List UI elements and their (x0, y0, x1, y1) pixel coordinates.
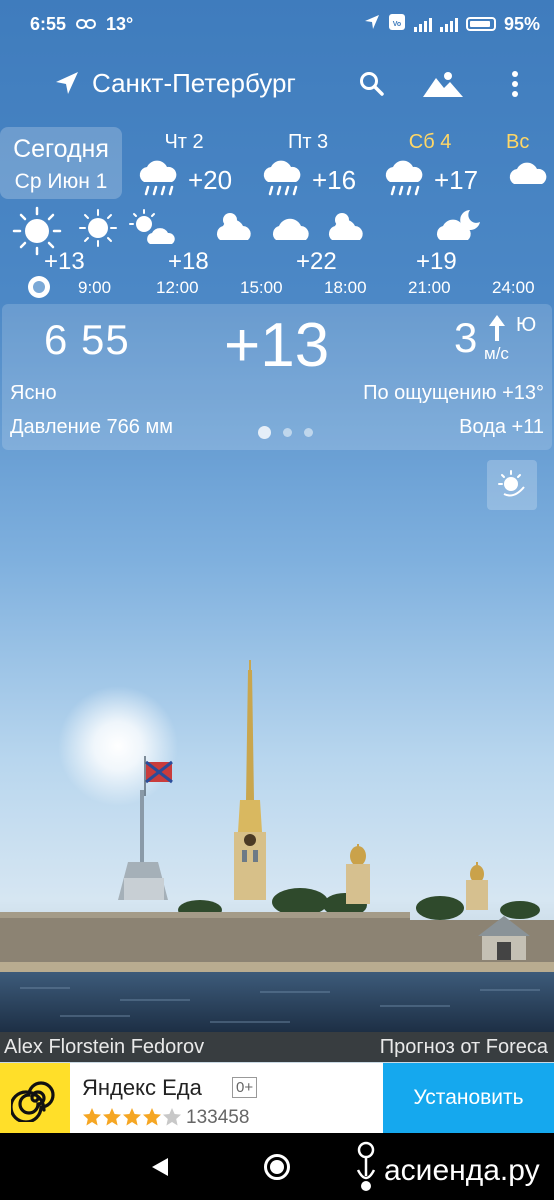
wind-direction: Ю (516, 314, 537, 336)
wind-unit: м/с (484, 344, 509, 363)
wind-speed: 3 (454, 314, 478, 361)
partly-cloudy-icon (214, 208, 260, 249)
signal-icon (439, 16, 458, 32)
battery-icon (465, 17, 496, 31)
hour-temp: +18 (168, 248, 209, 275)
credits-bar: Alex Florstein Fedorov Прогноз от Foreca (0, 1032, 554, 1062)
forecast-credit[interactable]: Прогноз от Foreca (380, 1036, 548, 1059)
hour-time: 18:00 (324, 278, 367, 297)
page-dot (304, 428, 313, 437)
ad-title: Яндекс Еда (82, 1075, 202, 1100)
hour-time: 9:00 (78, 278, 112, 297)
app-bar: Санкт-Петербург (0, 52, 554, 116)
sun-effect-icon (496, 467, 528, 504)
night-cloud-icon (436, 206, 484, 249)
watermark-logo-icon (352, 1140, 380, 1200)
condition-text: Ясно (10, 382, 57, 404)
hour-time: 12:00 (156, 278, 199, 297)
status-bar: 6:55 13° Vo 95% (0, 0, 554, 48)
city-name[interactable]: Санкт-Петербург (92, 68, 296, 99)
day-name: Пт 3 (287, 131, 329, 153)
today-label: Сегодня (13, 135, 109, 163)
feels-like: По ощущению +13° (363, 382, 544, 404)
ad-age-rating: 0+ (232, 1077, 258, 1098)
current-temperature: +13 (224, 311, 330, 380)
hour-time: 21:00 (408, 278, 451, 297)
day-temp: +20 (188, 165, 233, 195)
battery-percent: 95% (503, 13, 540, 34)
day-name: Чт 2 (164, 131, 204, 153)
nav-home-icon[interactable] (264, 1154, 290, 1180)
search-icon[interactable] (358, 70, 386, 103)
page-dot (283, 428, 292, 437)
water-temperature: Вода +11 (459, 416, 544, 438)
day-fri[interactable]: Пт 3 +16 (260, 131, 356, 203)
status-time: 6:55 (30, 13, 67, 34)
day-today[interactable]: Сегодня Ср Июн 1 (0, 127, 122, 199)
ad-banner[interactable]: Яндекс Еда 0+ 133458 Установить (0, 1063, 554, 1133)
current-conditions-panel[interactable]: 6 55 +13 3 м/с Ю Ясно По ощущению +13° Д… (2, 304, 552, 450)
landscape-icon[interactable] (422, 70, 464, 103)
day-name: Вс (506, 131, 530, 153)
rain-cloud-icon (382, 158, 426, 203)
rain-cloud-icon (136, 158, 180, 203)
hour-temp: +22 (296, 248, 337, 275)
day-sun[interactable]: Вс (506, 131, 554, 193)
day-sat[interactable]: Сб 4 +17 (382, 131, 478, 203)
watermark: асиенда.ру (352, 1140, 540, 1200)
volte-icon: Vo (388, 13, 406, 36)
location-arrow-icon[interactable] (54, 70, 80, 101)
hour-temp: +13 (44, 248, 85, 275)
wind-arrow-icon (488, 314, 506, 347)
cloud-icon (506, 158, 550, 193)
location-icon (364, 14, 380, 35)
pressure: Давление 766 мм (10, 416, 173, 438)
ad-rating-stars (82, 1107, 182, 1127)
sun-effect-button[interactable] (487, 460, 537, 510)
nav-back-icon[interactable] (150, 1156, 170, 1183)
cloud-icon (270, 210, 316, 249)
background-photo (0, 560, 554, 1032)
hour-time: 24:00 (492, 278, 535, 297)
page-dot-active (258, 426, 271, 439)
hourly-forecast: +13 +18 +22 +19 9:00 12:00 15:00 18:00 2… (0, 204, 554, 300)
partly-cloudy-icon (326, 208, 372, 249)
ad-app-logo (0, 1063, 70, 1133)
day-temp: +16 (312, 165, 357, 195)
link-icon (76, 14, 97, 35)
hour-temp: +19 (416, 248, 457, 275)
ad-install-button[interactable]: Установить (383, 1063, 554, 1133)
today-date: Ср Июн 1 (14, 170, 108, 193)
svg-text:Vo: Vo (393, 21, 401, 28)
signal-4g-icon (413, 16, 432, 32)
day-name: Сб 4 (408, 131, 452, 153)
page-indicator (258, 426, 313, 439)
day-temp: +17 (434, 165, 479, 195)
current-clock: 6 55 (44, 316, 130, 363)
rain-cloud-icon (260, 158, 304, 203)
current-time-marker (28, 276, 50, 298)
sun-icon (78, 208, 118, 253)
ad-rating-count: 133458 (186, 1107, 250, 1128)
sun-cloud-icon (128, 208, 180, 253)
day-thu[interactable]: Чт 2 +20 (136, 131, 232, 203)
photo-credit[interactable]: Alex Florstein Fedorov (4, 1036, 204, 1059)
hour-time: 15:00 (240, 278, 283, 297)
more-menu-icon[interactable] (510, 70, 520, 103)
daily-forecast: Сегодня Ср Июн 1 Чт 2 +20 Пт 3 +16 Сб 4 … (0, 127, 554, 199)
status-temperature: 13° (106, 13, 134, 34)
watermark-text: асиенда.ру (384, 1153, 540, 1187)
